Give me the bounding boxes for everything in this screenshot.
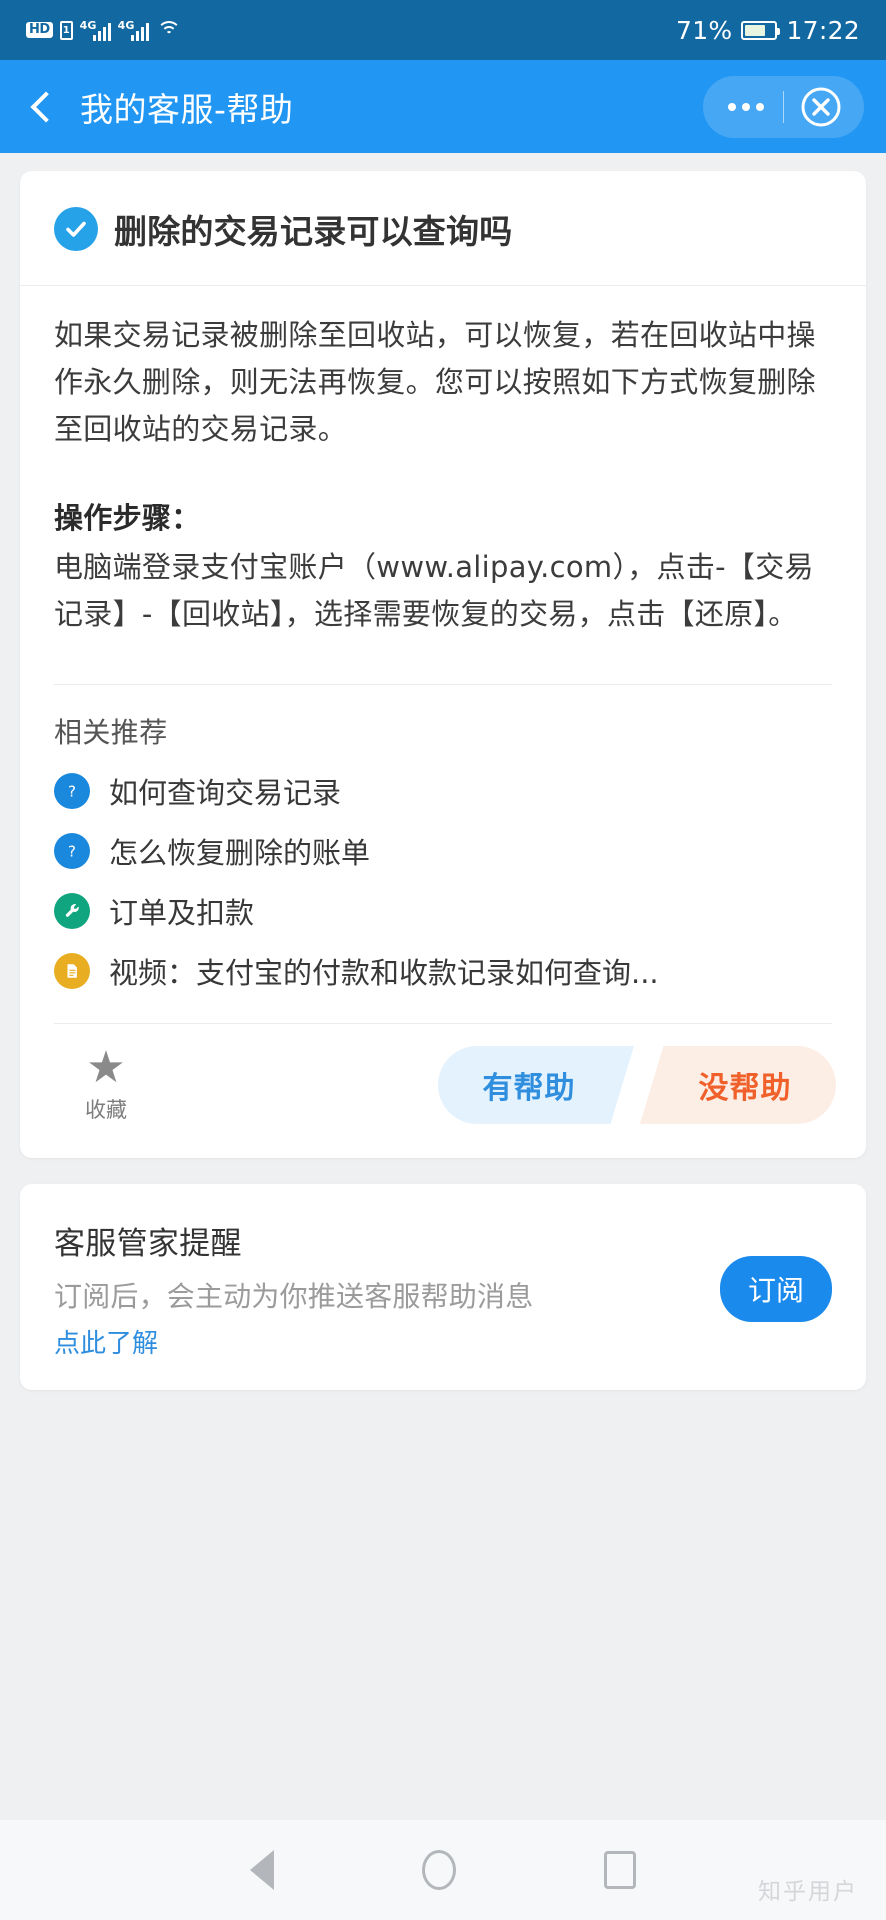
phone-screen: HD 1 4G 4G 71% 17:22 我的客服-帮助 删除的交易记录可以查询… xyxy=(0,0,886,1920)
more-horizontal-icon[interactable] xyxy=(709,102,783,111)
question-circle-icon: ? xyxy=(54,832,90,869)
battery-icon xyxy=(741,20,781,40)
wifi-icon xyxy=(156,19,182,41)
steps-heading: 操作步骤： xyxy=(54,500,201,535)
favorite-button[interactable]: ★ 收藏 xyxy=(58,1041,154,1124)
wrench-circle-icon xyxy=(54,892,90,929)
article-card: 删除的交易记录可以查询吗 如果交易记录被删除至回收站，可以恢复，若在回收站中操作… xyxy=(20,171,866,1158)
circle-home-icon[interactable] xyxy=(422,1850,456,1890)
article-title: 删除的交易记录可以查询吗 xyxy=(114,212,513,251)
related-section: 相关推荐 ? 如何查询交易记录 ? 怎么恢复删除的账单 订单及扣款 视频：支付宝… xyxy=(20,685,866,1001)
article-title-row: 删除的交易记录可以查询吗 xyxy=(20,171,866,286)
related-list: ? 如何查询交易记录 ? 怎么恢复删除的账单 订单及扣款 视频：支付宝的付款和收… xyxy=(54,761,832,1001)
subscribe-button[interactable]: 订阅 xyxy=(719,1255,832,1322)
list-item[interactable]: ? 怎么恢复删除的账单 xyxy=(54,821,832,881)
list-item-label: 订单及扣款 xyxy=(109,895,255,930)
subscribe-description: 订阅后，会主动为你推送客服帮助消息 xyxy=(54,1279,534,1313)
article-body: 如果交易记录被删除至回收站，可以恢复，若在回收站中操作永久删除，则无法再恢复。您… xyxy=(20,286,866,638)
page-title: 我的客服-帮助 xyxy=(80,89,294,129)
triangle-back-icon[interactable] xyxy=(250,1850,274,1890)
not-helpful-button[interactable]: 没帮助 xyxy=(640,1045,836,1124)
status-bar: HD 1 4G 4G 71% 17:22 xyxy=(0,0,886,60)
steps-body: 电脑端登录支付宝账户（www.alipay.com），点击-【交易记录】-【回收… xyxy=(54,549,814,631)
check-circle-icon xyxy=(54,207,98,251)
svg-text:?: ? xyxy=(68,842,76,860)
system-nav-bar: 知乎用户 xyxy=(0,1820,886,1920)
article-paragraph: 如果交易记录被删除至回收站，可以恢复，若在回收站中操作永久删除，则无法再恢复。您… xyxy=(54,318,816,446)
subscribe-title: 客服管家提醒 xyxy=(54,1225,242,1262)
network-type-2-label: 4G xyxy=(117,19,135,32)
app-header: 我的客服-帮助 xyxy=(0,60,886,153)
header-actions xyxy=(703,75,864,138)
favorite-label: 收藏 xyxy=(85,1097,127,1122)
network-type-1-label: 4G xyxy=(79,19,97,32)
list-item-label: 怎么恢复删除的账单 xyxy=(109,835,371,870)
list-item-label: 视频：支付宝的付款和收款记录如何查询... xyxy=(109,955,659,990)
helpful-button[interactable]: 有帮助 xyxy=(438,1045,634,1124)
chevron-left-icon[interactable] xyxy=(26,90,60,124)
list-item-label: 如何查询交易记录 xyxy=(109,775,342,810)
clock-label: 17:22 xyxy=(786,15,860,45)
status-bar-left: HD 1 4G 4G xyxy=(26,19,182,41)
sim-card-icon: 1 xyxy=(59,20,73,40)
document-circle-icon xyxy=(54,952,90,989)
star-icon: ★ xyxy=(86,1041,126,1093)
watermark-label: 知乎用户 xyxy=(758,1879,858,1905)
close-circle-icon[interactable] xyxy=(784,86,858,128)
signal-bars-icon: 4G xyxy=(80,19,111,41)
square-recent-icon[interactable] xyxy=(604,1851,636,1889)
svg-text:?: ? xyxy=(68,782,76,800)
subscribe-card: 客服管家提醒 订阅后，会主动为你推送客服帮助消息 点此了解 订阅 xyxy=(20,1183,866,1390)
question-circle-icon: ? xyxy=(54,772,90,809)
hd-icon: HD xyxy=(26,22,53,38)
signal-bars-icon-2: 4G xyxy=(118,19,149,41)
subscribe-learn-more-link[interactable]: 点此了解 xyxy=(54,1323,158,1360)
list-item[interactable]: ? 如何查询交易记录 xyxy=(54,761,832,821)
related-heading: 相关推荐 xyxy=(54,715,168,749)
status-bar-right: 71% 17:22 xyxy=(676,16,860,45)
content-scroll-area[interactable]: 删除的交易记录可以查询吗 如果交易记录被删除至回收站，可以恢复，若在回收站中操作… xyxy=(0,153,886,1820)
subscribe-text-block: 客服管家提醒 订阅后，会主动为你推送客服帮助消息 点此了解 xyxy=(54,1218,700,1360)
vote-group: 有帮助 没帮助 xyxy=(438,1045,836,1124)
feedback-row: ★ 收藏 有帮助 没帮助 xyxy=(20,1024,866,1158)
list-item[interactable]: 订单及扣款 xyxy=(54,881,832,941)
battery-percent-label: 71% xyxy=(675,15,733,45)
list-item[interactable]: 视频：支付宝的付款和收款记录如何查询... xyxy=(54,941,832,1001)
